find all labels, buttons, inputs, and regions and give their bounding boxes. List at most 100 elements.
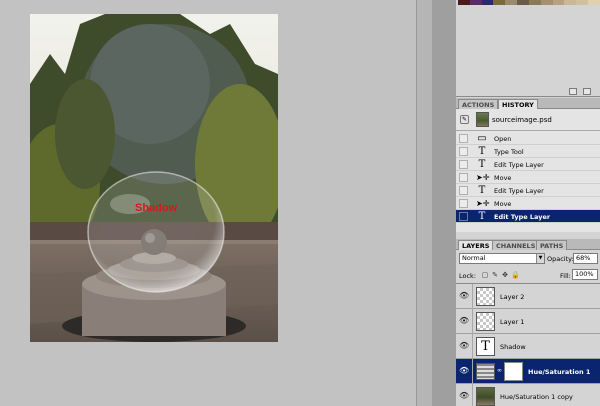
new-swatch-icon[interactable] [569, 88, 577, 95]
eye-icon[interactable]: 👁 [459, 292, 469, 300]
history-snapshot[interactable]: ✎ sourceimage.psd [456, 109, 600, 131]
history-panel: ✎ sourceimage.psd ▭ Open T Type Tool T Edit T… [456, 109, 600, 344]
divider [472, 384, 473, 406]
history-brush-checkbox[interactable] [459, 173, 468, 182]
color-swatch[interactable] [505, 0, 518, 5]
history-step-label: Edit Type Layer [494, 161, 544, 169]
history-step[interactable]: T Edit Type Layer [456, 158, 600, 171]
history-brush-checkbox[interactable] [459, 160, 468, 169]
history-step-label: Open [494, 135, 512, 143]
lock-image-pixels-icon[interactable]: ✎ [491, 271, 499, 279]
history-tab-bar: ACTIONS HISTORY [456, 98, 600, 109]
lock-transparent-pixels-icon[interactable]: ▢ [481, 271, 489, 279]
history-brush-source-icon[interactable]: ✎ [460, 115, 469, 124]
history-list: ▭ Open T Type Tool T Edit Type Layer ➤✛ Move T Ed… [456, 132, 600, 223]
eye-icon[interactable]: 👁 [459, 342, 469, 350]
photo-fountain-sphere [30, 14, 278, 342]
move-tool-icon: ➤✛ [476, 199, 490, 208]
divider [472, 309, 473, 334]
layers-panel: Normal ▼ Opacity: 68% Lock: ▢ ✎ ✥ 🔒 Fill… [456, 250, 600, 406]
adjustment-layer-icon [476, 363, 495, 380]
tab-history[interactable]: HISTORY [498, 99, 538, 109]
panel-dock-gutter [416, 0, 432, 406]
document-image[interactable]: Shadow [30, 14, 278, 342]
history-step[interactable]: T Edit Type Layer [456, 210, 600, 223]
history-brush-checkbox[interactable] [459, 212, 468, 221]
panel-dock-gutter [432, 0, 456, 406]
divider [472, 359, 473, 384]
panels-column: ACTIONS HISTORY ✎ sourceimage.psd ▭ Open T… [456, 0, 600, 406]
layer-mask-thumbnail[interactable] [504, 362, 523, 381]
layer-thumbnail [476, 387, 495, 406]
history-brush-checkbox[interactable] [459, 199, 468, 208]
layer-row[interactable]: 👁 Hue/Saturation 1 copy [456, 384, 600, 406]
fill-label: Fill: [560, 272, 571, 280]
history-step-label: Edit Type Layer [494, 213, 551, 221]
color-swatch[interactable] [564, 0, 577, 5]
shadow-text-overlay[interactable]: Shadow [135, 202, 177, 214]
layer-row[interactable]: 👁 Layer 2 [456, 284, 600, 309]
color-swatch[interactable] [493, 0, 506, 5]
color-swatch[interactable] [517, 0, 529, 5]
color-swatch[interactable] [540, 0, 553, 5]
layer-name: Hue/Saturation 1 [528, 368, 591, 376]
history-step-label: Move [494, 174, 512, 182]
swatch-strip[interactable] [458, 0, 600, 5]
swatches-panel [456, 0, 600, 97]
history-step[interactable]: ➤✛ Move [456, 197, 600, 210]
color-swatch[interactable] [469, 0, 482, 5]
eye-icon[interactable]: 👁 [459, 317, 469, 325]
fill-input[interactable]: 100% [572, 269, 598, 280]
color-swatch[interactable] [458, 0, 470, 5]
eye-icon[interactable]: 👁 [459, 392, 469, 400]
color-swatch[interactable] [528, 0, 541, 5]
history-brush-checkbox[interactable] [459, 134, 468, 143]
color-swatch[interactable] [588, 0, 600, 5]
layer-name: Layer 2 [500, 293, 525, 301]
history-brush-checkbox[interactable] [459, 147, 468, 156]
chevron-down-icon[interactable]: ▼ [536, 254, 544, 263]
type-tool-icon: T [478, 185, 486, 196]
history-step-label: Move [494, 200, 512, 208]
history-step[interactable]: ▭ Open [456, 132, 600, 145]
lock-all-icon[interactable]: 🔒 [511, 271, 520, 279]
tab-layers[interactable]: LAYERS [458, 240, 494, 250]
history-step[interactable]: T Edit Type Layer [456, 184, 600, 197]
document-icon: ▭ [477, 133, 487, 144]
history-step-label: Edit Type Layer [494, 187, 544, 195]
color-swatch[interactable] [552, 0, 565, 5]
canvas-area[interactable]: Shadow [0, 0, 416, 406]
layer-thumbnail [476, 287, 495, 306]
type-layer-icon: T [476, 337, 495, 356]
type-tool-icon: T [478, 146, 486, 157]
layer-name: Shadow [500, 343, 526, 351]
divider [472, 334, 473, 359]
color-swatch[interactable] [576, 0, 589, 5]
blend-mode-value: Normal [462, 254, 486, 262]
history-brush-checkbox[interactable] [459, 186, 468, 195]
history-step[interactable]: T Type Tool [456, 145, 600, 158]
layer-row[interactable]: 👁 ∞ Hue/Saturation 1 [456, 359, 600, 384]
opacity-label: Opacity: [547, 255, 574, 263]
divider [472, 284, 473, 309]
tab-paths[interactable]: PATHS [536, 240, 568, 250]
color-swatch[interactable] [481, 0, 494, 5]
type-tool-icon: T [478, 159, 486, 170]
trash-icon[interactable] [583, 88, 591, 95]
tab-actions[interactable]: ACTIONS [458, 99, 499, 109]
history-step-label: Type Tool [494, 148, 524, 156]
layer-list: 👁 Layer 2 👁 Layer 1 👁 T Shadow 👁 ∞ Hue/Saturation… [456, 283, 600, 406]
lock-position-icon[interactable]: ✥ [501, 271, 509, 279]
layers-tab-bar: LAYERS CHANNELS PATHS [456, 239, 600, 250]
snapshot-label: sourceimage.psd [492, 116, 552, 124]
eye-icon[interactable]: 👁 [459, 367, 469, 375]
opacity-input[interactable]: 68% [573, 253, 598, 264]
blend-mode-select[interactable]: Normal ▼ [459, 253, 545, 264]
move-tool-icon: ➤✛ [476, 173, 490, 182]
layer-name: Layer 1 [500, 318, 525, 326]
layer-row[interactable]: 👁 T Shadow [456, 334, 600, 359]
chain-link-icon[interactable]: ∞ [497, 367, 502, 374]
history-step[interactable]: ➤✛ Move [456, 171, 600, 184]
layer-row[interactable]: 👁 Layer 1 [456, 309, 600, 334]
tab-channels[interactable]: CHANNELS [492, 240, 540, 250]
